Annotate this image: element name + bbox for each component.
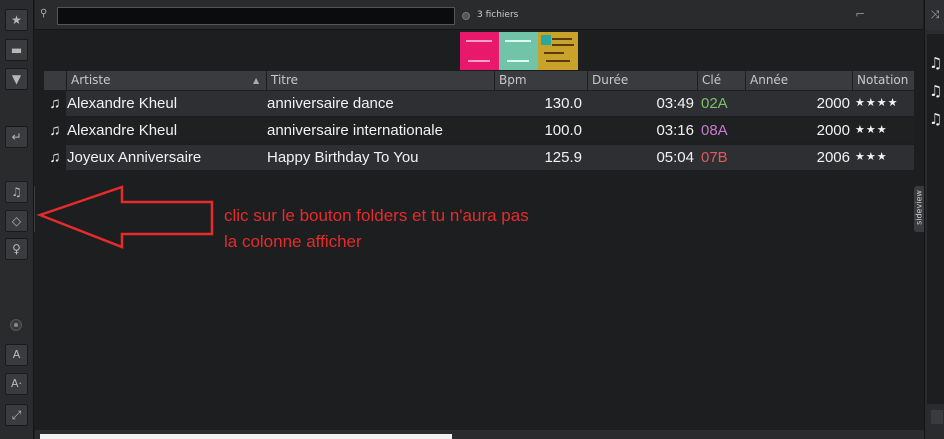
track-duration: 03:16 [656, 122, 694, 139]
sideview-panel: ⤨ ♫ ♫ ♫ [924, 0, 944, 439]
column-artist-label: Artiste [71, 73, 111, 87]
music-note-icon: ♫ [44, 118, 66, 143]
font-size-decrease-button[interactable]: A· [5, 373, 28, 395]
sort-ascending-icon: ▲ [253, 76, 260, 85]
track-artist: Joyeux Anniversaire [67, 149, 202, 166]
track-artist: Alexandre Kheul [67, 122, 178, 139]
album-cover[interactable] [499, 32, 538, 70]
track-rating[interactable]: ★★★ [855, 145, 888, 170]
microphone-icon[interactable]: ♀ [5, 238, 28, 260]
track-bpm: 100.0 [544, 122, 582, 139]
column-title[interactable]: Titre [266, 71, 494, 90]
music-note-icon: ♫ [44, 91, 66, 116]
corner-icon: ⌐ [855, 7, 866, 21]
sideview-list: ♫ ♫ ♫ [927, 34, 944, 404]
crossfader-icon[interactable]: ⤨ [925, 0, 944, 30]
folder-add-icon[interactable]: ▬ [5, 39, 28, 61]
track-duration: 05:04 [656, 149, 694, 166]
track-duration: 03:49 [656, 95, 694, 112]
album-cover[interactable] [538, 32, 578, 70]
column-duration-label: Durée [592, 73, 629, 87]
star-icon[interactable]: ★ [5, 9, 28, 31]
search-icon: ⚲ [40, 8, 48, 19]
table-row[interactable]: ♫ Alexandre Kheul anniversaire internati… [44, 118, 914, 143]
music-note-icon[interactable]: ♫ [929, 110, 942, 128]
sideview-tab-label: sideview [914, 190, 924, 225]
column-bpm[interactable]: Bpm [494, 71, 587, 90]
file-count: 3 fichiers [477, 10, 519, 20]
column-year-label: Année [750, 73, 789, 87]
tag-icon[interactable]: ◇ [5, 210, 28, 232]
return-icon[interactable]: ↵ [5, 126, 28, 148]
column-title-label: Titre [271, 73, 299, 87]
column-rating[interactable]: Notation [852, 71, 914, 90]
column-duration[interactable]: Durée [587, 71, 697, 90]
column-key[interactable]: Clé [697, 71, 745, 90]
filter-icon[interactable]: ▼ [5, 68, 28, 90]
music-note-icon[interactable]: ♫ [929, 54, 942, 72]
font-size-button[interactable]: A [5, 344, 28, 366]
track-year: 2000 [816, 95, 850, 112]
sideview-tab[interactable]: sideview [914, 186, 924, 232]
music-note-icon[interactable]: ♫ [5, 181, 28, 203]
font-size-label: A [12, 348, 21, 361]
track-year: 2000 [816, 122, 850, 139]
track-key: 07B [701, 149, 728, 166]
search-input[interactable] [57, 7, 455, 25]
track-key: 08A [701, 122, 728, 139]
track-key: 02A [701, 95, 728, 112]
track-rating[interactable]: ★★★★ [855, 91, 898, 116]
column-bpm-label: Bpm [499, 73, 527, 87]
track-artist: Alexandre Kheul [67, 95, 178, 112]
music-note-icon: ♫ [44, 145, 66, 170]
music-note-icon[interactable]: ♫ [929, 82, 942, 100]
track-bpm: 130.0 [544, 95, 582, 112]
record-dot-icon[interactable] [10, 319, 22, 331]
column-year[interactable]: Année [745, 71, 852, 90]
annotation-text: clic sur le bouton folders et tu n'aura … [224, 206, 529, 251]
font-size-decrease-label: A [10, 377, 19, 390]
track-bpm: 125.9 [544, 149, 582, 166]
track-title: anniversaire internationale [267, 122, 443, 139]
column-rating-label: Notation [857, 73, 909, 87]
album-covers [460, 32, 578, 70]
red-arrow-annotation [36, 185, 214, 249]
column-artist[interactable]: Artiste [66, 71, 266, 90]
album-cover[interactable] [460, 32, 499, 70]
expand-icon[interactable]: ⤢ [5, 404, 28, 426]
left-toolbar: ★ ▬ ▼ ↵ ♫ ◇ ♀ A A· ⤢ [0, 0, 34, 439]
track-rating[interactable]: ★★★ [855, 118, 888, 143]
table-row[interactable]: ♫ Joyeux Anniversaire Happy Birthday To … [44, 145, 914, 170]
file-count-dot-icon [462, 12, 470, 20]
track-table-header: Artiste ▲ Titre Bpm Durée Clé Année Nota… [44, 71, 914, 90]
track-title: Happy Birthday To You [267, 149, 419, 166]
bottom-strip [40, 434, 452, 439]
scrollbar[interactable] [931, 410, 943, 424]
track-title: anniversaire dance [267, 95, 394, 112]
column-key-label: Clé [702, 73, 722, 87]
search-bar: ⚲ 3 fichiers ⌐ [35, 0, 923, 30]
table-row[interactable]: ♫ Alexandre Kheul anniversaire dance 130… [44, 91, 914, 116]
track-year: 2006 [816, 149, 850, 166]
